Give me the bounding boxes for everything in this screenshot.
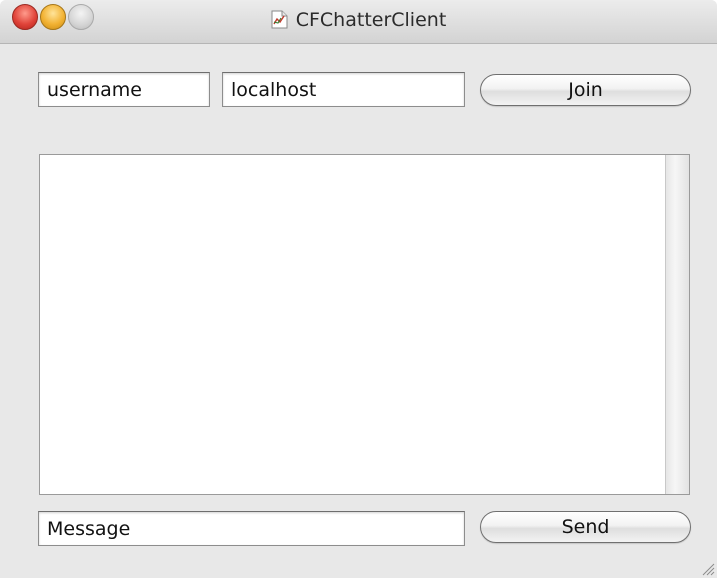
host-field[interactable]: localhost [222, 72, 465, 107]
resize-grip-icon[interactable] [699, 560, 715, 576]
chat-client-window: CFChatterClient username localhost Join … [0, 0, 717, 578]
chat-log-scrollbar[interactable] [665, 155, 689, 494]
join-button[interactable]: Join [480, 74, 691, 106]
document-app-icon [271, 10, 288, 35]
title-bar[interactable]: CFChatterClient [0, 0, 717, 44]
window-title-area: CFChatterClient [0, 8, 717, 35]
message-field[interactable]: Message [38, 511, 465, 546]
username-field[interactable]: username [38, 72, 210, 107]
send-button[interactable]: Send [480, 511, 691, 543]
window-title: CFChatterClient [295, 9, 447, 31]
chat-log[interactable] [39, 154, 690, 495]
